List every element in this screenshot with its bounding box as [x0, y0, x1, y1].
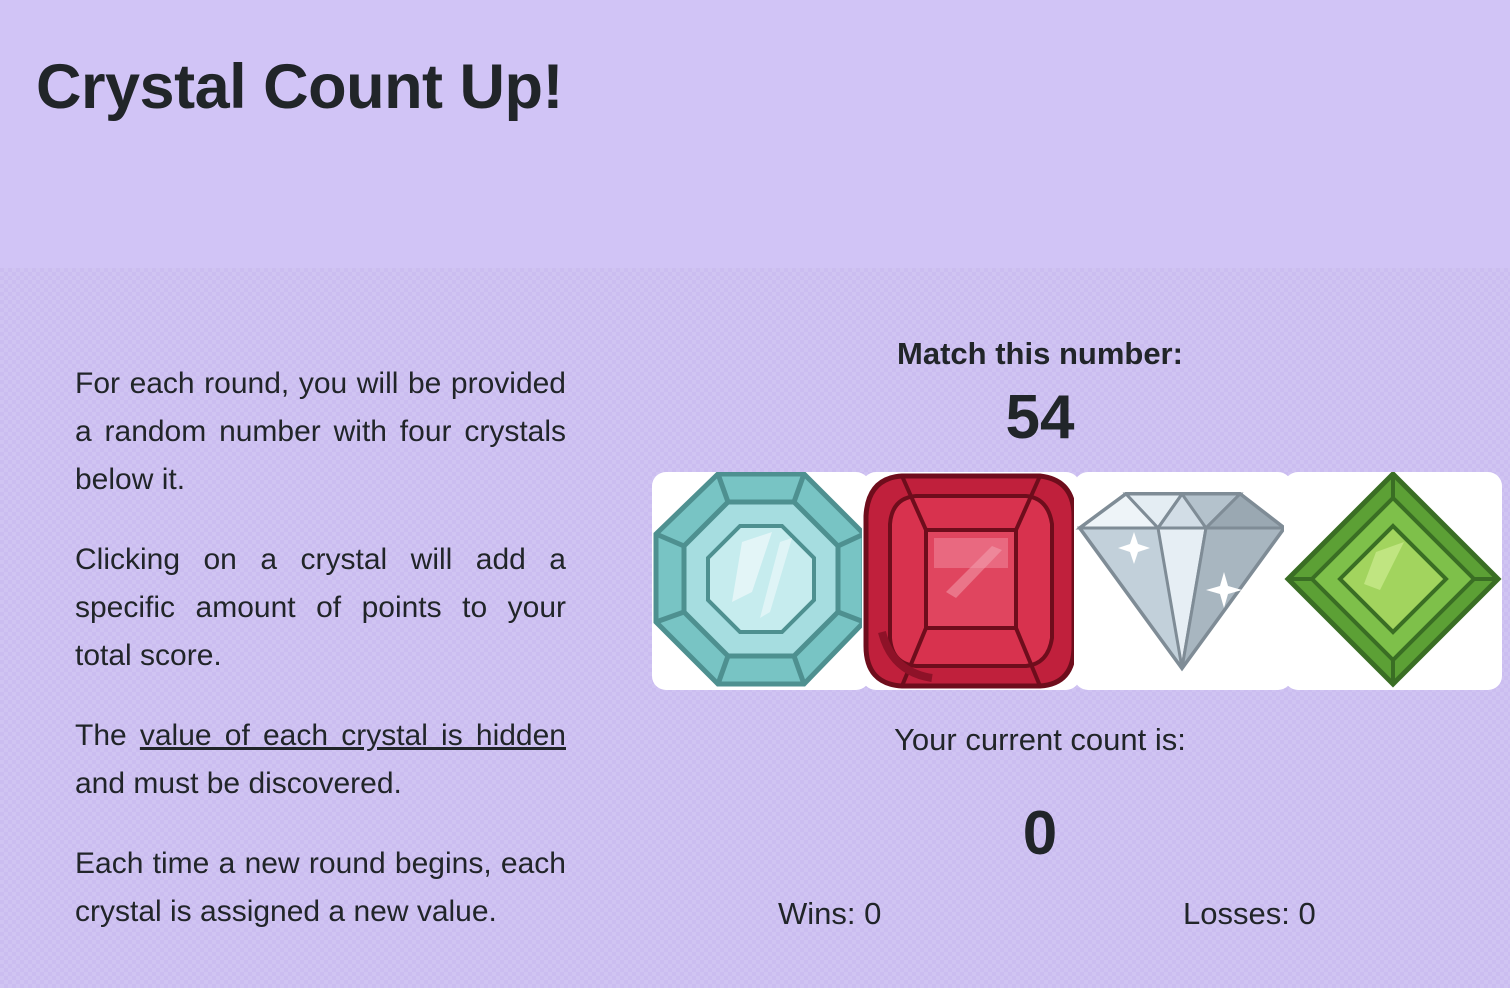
crystal-button-4[interactable]	[1284, 472, 1502, 690]
teal-octagon-gem-icon	[653, 472, 867, 687]
instruction-3-highlight: value of each crystal is hidden	[139, 719, 566, 752]
instructions-panel: For each round, you will be provided a r…	[75, 360, 566, 968]
target-number: 54	[1005, 383, 1075, 452]
instruction-paragraph-1: For each round, you will be provided a r…	[75, 367, 566, 496]
losses-counter: Losses: 0	[1183, 896, 1316, 931]
crystal-button-2[interactable]	[862, 472, 1080, 690]
game-area: For each round, you will be provided a r…	[0, 268, 1510, 988]
match-label: Match this number:	[897, 336, 1183, 371]
instruction-paragraph-4: Each time a new round begins, each cryst…	[75, 847, 566, 928]
page-title: Crystal Count Up!	[36, 52, 564, 122]
current-count: 0	[1022, 799, 1058, 868]
crystal-button-1[interactable]	[652, 472, 870, 690]
green-emerald-gem-icon	[1284, 472, 1502, 688]
wins-counter: Wins: 0	[778, 896, 882, 931]
instruction-3-after: and must be discovered.	[75, 767, 402, 800]
current-count-label: Your current count is:	[894, 722, 1186, 757]
crystal-button-3[interactable]	[1074, 472, 1292, 690]
page-header: Crystal Count Up!	[0, 0, 1510, 268]
crystal-row	[652, 472, 1502, 692]
white-diamond-gem-icon	[1075, 492, 1289, 672]
red-ruby-gem-icon	[863, 473, 1077, 689]
instruction-paragraph-3: The value of each crystal is hidden and …	[75, 712, 566, 808]
instruction-paragraph-2: Clicking on a crystal will add a specifi…	[75, 543, 566, 672]
instruction-3-before: The	[75, 719, 140, 752]
